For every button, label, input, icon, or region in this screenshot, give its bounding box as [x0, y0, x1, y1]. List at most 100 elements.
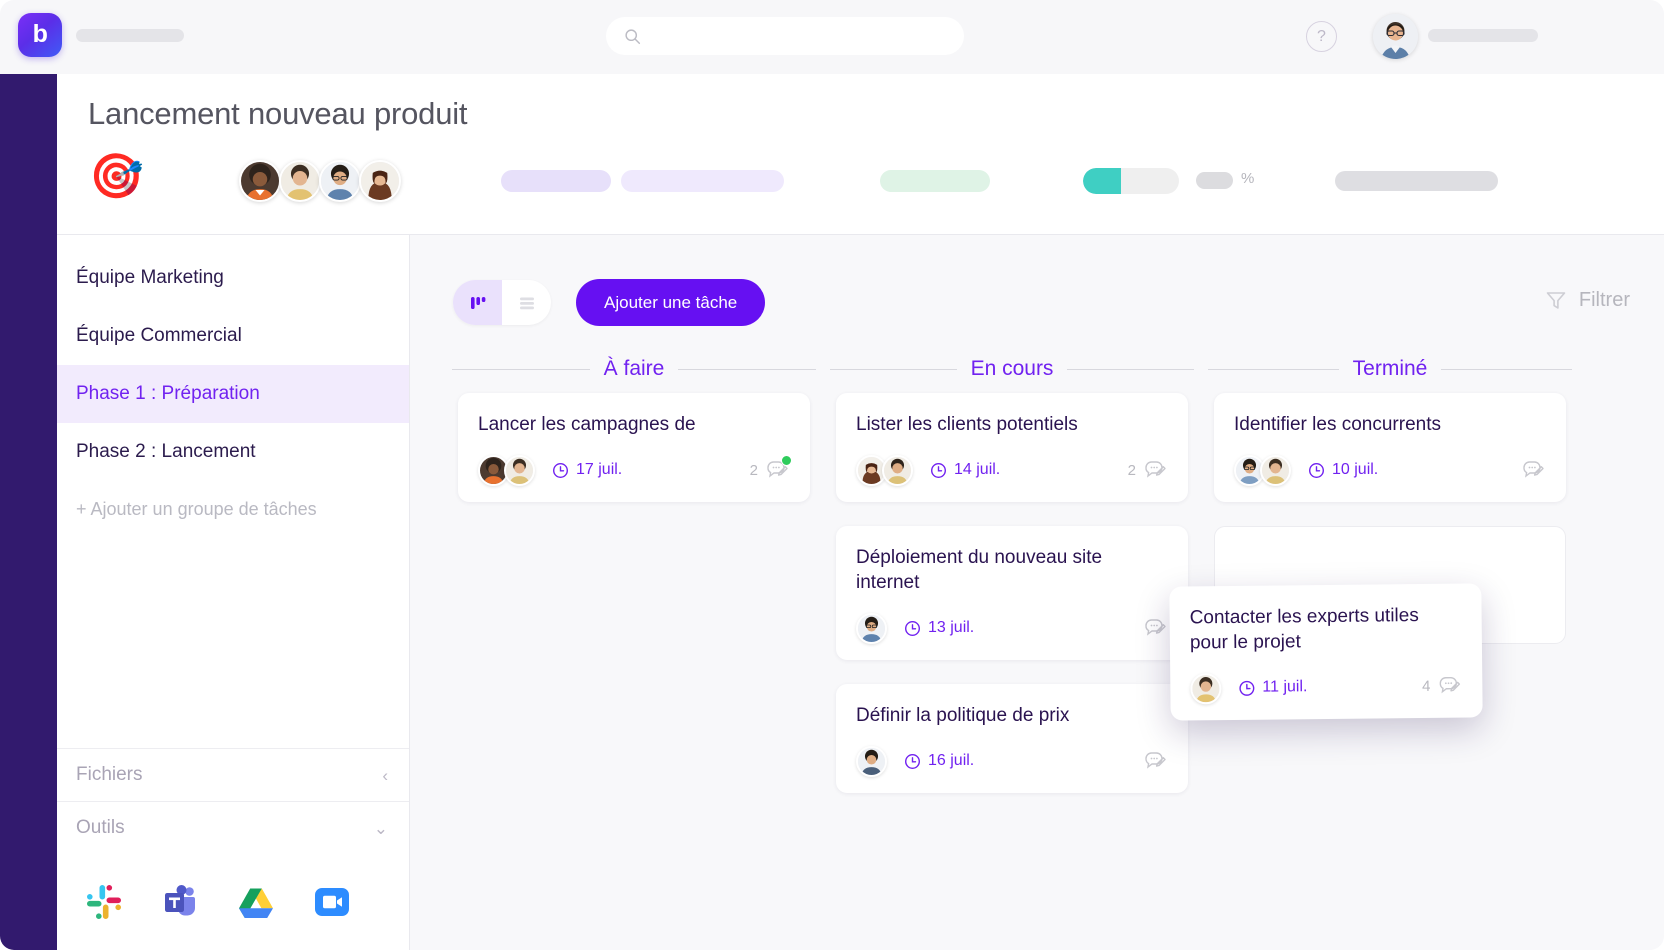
task-comments[interactable]: 2 [749, 455, 792, 481]
task-assignees[interactable] [1190, 672, 1222, 705]
task-due-date: 13 juil. [904, 619, 974, 637]
member-avatar[interactable] [279, 160, 321, 202]
help-circle-icon[interactable]: ? [1306, 21, 1337, 52]
task-card[interactable]: Identifier les concurrents 10 juil. [1214, 393, 1566, 503]
sidebar-footer: Fichiers ‹ Outils ⌄ [57, 748, 409, 950]
sidebar-section-fichiers[interactable]: Fichiers ‹ [57, 748, 409, 801]
chevron-down-icon[interactable]: ⌄ [374, 820, 388, 837]
dragging-task-card[interactable]: Contacter les experts utiles pour le pro… [1169, 583, 1483, 721]
header-placeholder-1 [501, 170, 611, 192]
column-title: À faire [603, 357, 665, 380]
left-rail [0, 74, 57, 950]
kanban-board: Ajouter une tâche Filtrer À faire Lancer… [410, 235, 1664, 950]
header-placeholder-3 [1335, 171, 1498, 191]
assignee-avatar[interactable] [1190, 672, 1222, 705]
sidebar-item-equipe-marketing[interactable]: Équipe Marketing [57, 249, 409, 307]
task-assignees[interactable] [478, 454, 535, 486]
assignee-avatar[interactable] [1260, 454, 1291, 486]
avatar-image [241, 162, 279, 200]
avatar-image [506, 456, 533, 484]
task-due-date: 11 juil. [1238, 678, 1308, 697]
task-assignees[interactable] [1234, 454, 1291, 486]
clock-icon [904, 753, 921, 769]
due-date-label: 17 juil. [576, 461, 623, 479]
google-drive-icon[interactable] [236, 882, 276, 922]
comment-count: 4 [1421, 677, 1431, 695]
comment-count: 2 [1127, 461, 1136, 479]
sidebar-item-phase-2[interactable]: Phase 2 : Lancement [57, 423, 409, 481]
task-title: Définir la politique de prix [856, 705, 1070, 727]
task-assignees[interactable] [856, 745, 887, 777]
member-avatar[interactable] [359, 160, 401, 202]
comment-count: 2 [749, 461, 758, 479]
task-card[interactable]: Définir la politique de prix 16 juil. [836, 684, 1188, 794]
task-title: Lister les clients potentiels [856, 414, 1078, 435]
add-task-button[interactable]: Ajouter une tâche [576, 279, 766, 326]
task-comments[interactable] [1136, 617, 1168, 639]
chevron-left-icon[interactable]: ‹ [382, 767, 388, 784]
task-comments[interactable]: 4 [1422, 675, 1463, 697]
target-emoji-icon: 🎯 [89, 152, 144, 201]
view-mode-toggle [453, 280, 551, 325]
app-logo[interactable]: b [18, 13, 62, 57]
filter-button[interactable]: Filtrer [1544, 288, 1630, 312]
task-comments[interactable] [1136, 750, 1168, 772]
assignee-avatar[interactable] [882, 454, 913, 486]
add-task-group-label: + Ajouter un groupe de tâches [76, 498, 317, 519]
task-footer: 13 juil. [856, 612, 1168, 644]
task-footer: 11 juil. 4 [1190, 670, 1462, 705]
list-view-icon [519, 297, 534, 309]
task-card[interactable]: Déploiement du nouveau site internet 13 … [836, 526, 1188, 661]
sidebar-item-phase-1[interactable]: Phase 1 : Préparation [57, 365, 409, 423]
avatar-image [281, 162, 319, 200]
member-avatar[interactable] [239, 160, 281, 202]
assignee-avatar[interactable] [856, 745, 887, 777]
board-columns: À faire Lancer les campagnes de 17 juil.… [410, 345, 1664, 817]
task-title: Identifier les concurrents [1234, 414, 1441, 435]
search-input[interactable] [651, 28, 941, 44]
divider [452, 368, 590, 370]
task-card[interactable]: Lister les clients potentiels 14 juil. 2 [836, 393, 1188, 503]
sidebar-item-equipe-commercial[interactable]: Équipe Commercial [57, 307, 409, 365]
task-comments[interactable]: 2 [1128, 459, 1168, 481]
column-title: Terminé [1352, 357, 1428, 380]
task-assignees[interactable] [856, 454, 913, 486]
add-task-group-button[interactable]: + Ajouter un groupe de tâches [57, 481, 409, 537]
zoom-icon[interactable] [312, 882, 352, 922]
member-avatar[interactable] [319, 160, 361, 202]
comment-edit-icon [1145, 619, 1166, 636]
task-comments[interactable] [1514, 459, 1546, 481]
top-navigation-bar: b ? [0, 0, 1664, 74]
tab-list-view[interactable] [502, 280, 551, 325]
clock-icon [1239, 680, 1255, 696]
project-progress-fill [1083, 168, 1122, 194]
task-assignees[interactable] [856, 612, 887, 644]
project-progress-bar [1083, 168, 1179, 194]
page-title: Lancement nouveau produit [88, 96, 468, 131]
nav-username-placeholder [1428, 29, 1538, 42]
task-due-date: 14 juil. [930, 461, 1000, 479]
sidebar-item-label: Équipe Commercial [76, 325, 242, 346]
slack-icon[interactable] [84, 882, 124, 922]
task-card[interactable]: Lancer les campagnes de 17 juil. 2 [458, 393, 810, 503]
global-search[interactable] [606, 17, 964, 55]
search-icon [625, 28, 641, 44]
filter-label: Filtrer [1578, 288, 1630, 311]
due-date-label: 11 juil. [1262, 678, 1308, 696]
assignee-avatar[interactable] [856, 612, 887, 644]
avatar[interactable] [1373, 14, 1418, 59]
microsoft-teams-icon[interactable] [160, 882, 200, 922]
task-footer: 14 juil. 2 [856, 454, 1168, 486]
sidebar-section-outils[interactable]: Outils ⌄ [57, 801, 409, 854]
due-date-label: 10 juil. [1332, 461, 1379, 479]
fichiers-label: Fichiers [76, 764, 143, 785]
task-title: Déploiement du nouveau site internet [856, 547, 1103, 594]
avatar-image [480, 456, 507, 484]
help-icon-label: ? [1317, 27, 1326, 45]
assignee-avatar[interactable] [504, 454, 535, 486]
tool-integrations [57, 854, 409, 950]
nav-title-placeholder [76, 29, 184, 42]
avatar-image [1373, 14, 1418, 59]
tab-board-view[interactable] [453, 280, 502, 325]
avatar-image [858, 614, 885, 642]
